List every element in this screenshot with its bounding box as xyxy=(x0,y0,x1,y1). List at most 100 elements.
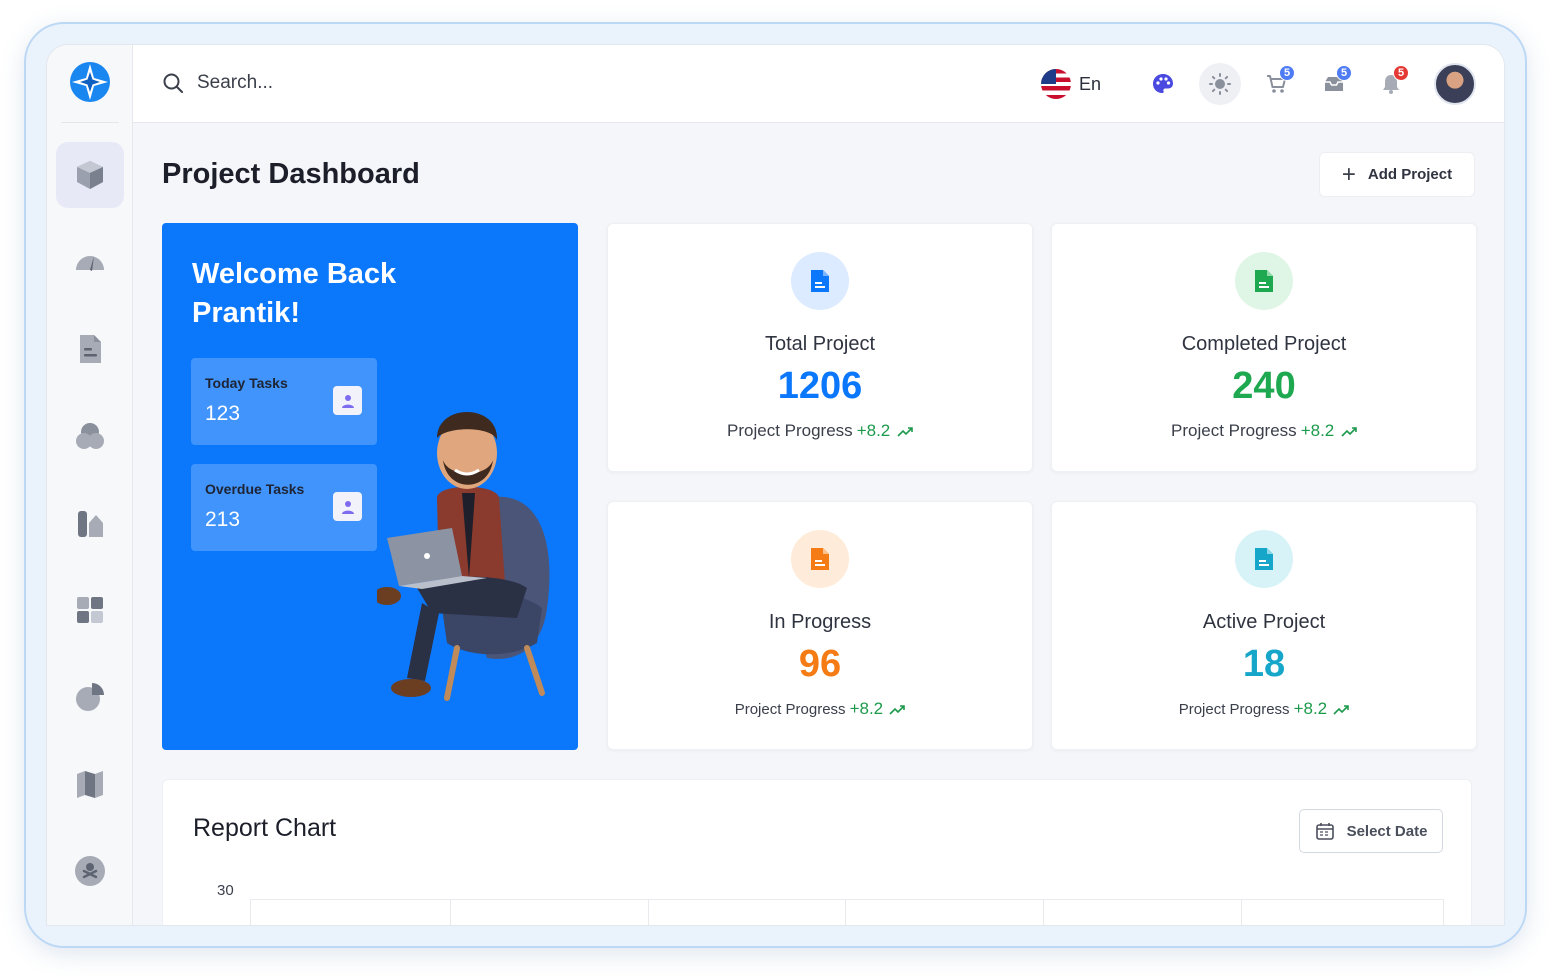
user-circle-icon xyxy=(75,856,105,886)
y-axis-tick: 30 xyxy=(217,882,234,899)
user-avatar[interactable] xyxy=(1434,63,1476,105)
stat-card-completed[interactable]: Completed Project 240 Project Progress +8… xyxy=(1051,223,1477,472)
welcome-card: Welcome Back Prantik! Today Tasks 123 Ov… xyxy=(162,223,578,750)
pie-icon xyxy=(76,683,104,711)
sidebar-item-map[interactable] xyxy=(56,751,124,817)
stat-card-total[interactable]: Total Project 1206 Project Progress +8.2 xyxy=(607,223,1033,472)
inbox-badge: 5 xyxy=(1336,65,1352,81)
progress-label: Project Progress xyxy=(1171,421,1297,440)
report-chart-card: Report Chart Select Date 30 xyxy=(162,779,1472,925)
inbox-button[interactable]: 5 xyxy=(1313,63,1355,105)
sidebar-item-reports[interactable] xyxy=(56,490,124,556)
select-date-button[interactable]: Select Date xyxy=(1299,809,1443,853)
stat-card-in-progress[interactable]: In Progress 96 Project Progress +8.2 xyxy=(607,501,1033,750)
sidebar-item-analytics[interactable] xyxy=(56,229,124,295)
file-icon xyxy=(1235,252,1293,310)
chart-gridline xyxy=(648,899,649,925)
sidebar-item-groups[interactable] xyxy=(56,403,124,469)
character-illustration xyxy=(377,411,550,701)
search-icon xyxy=(163,73,183,93)
task-label: Overdue Tasks xyxy=(205,481,305,497)
progress-label: Project Progress xyxy=(727,421,853,440)
chart-gridline xyxy=(1241,899,1242,925)
cube-icon xyxy=(77,161,103,189)
sidebar-item-documents[interactable] xyxy=(56,316,124,382)
file-icon xyxy=(791,252,849,310)
stat-progress: Project Progress +8.2 xyxy=(608,421,1032,441)
select-date-label: Select Date xyxy=(1346,822,1428,840)
chart-bars-icon xyxy=(78,511,103,537)
map-icon xyxy=(77,771,103,798)
sidebar-item-profile[interactable] xyxy=(56,838,124,904)
progress-delta: +8.2 xyxy=(849,699,884,718)
theme-palette-button[interactable] xyxy=(1142,63,1184,105)
today-tasks-card[interactable]: Today Tasks 123 xyxy=(191,358,377,445)
notifications-button[interactable]: 5 xyxy=(1370,63,1412,105)
sidebar-item-dashboard[interactable] xyxy=(56,142,124,208)
file-icon xyxy=(1235,530,1293,588)
trend-up-icon xyxy=(1341,426,1357,437)
sun-icon xyxy=(1209,73,1231,95)
language-selector[interactable]: En xyxy=(1040,69,1101,99)
grid-icon xyxy=(77,597,103,623)
trend-up-icon xyxy=(1333,705,1350,715)
calendar-icon xyxy=(1315,823,1334,840)
notifications-badge: 5 xyxy=(1393,65,1409,81)
top-bar: En xyxy=(133,45,1504,123)
stat-progress: Project Progress +8.2 xyxy=(1052,699,1476,719)
circles-icon xyxy=(76,423,104,449)
app-window: En xyxy=(46,44,1505,926)
progress-delta: +8.2 xyxy=(1293,699,1328,718)
chart-gridline xyxy=(1443,899,1444,925)
trend-up-icon xyxy=(889,705,906,715)
stat-value: 96 xyxy=(798,643,842,685)
sidebar xyxy=(47,45,133,925)
chart-gridline xyxy=(250,899,251,925)
overdue-tasks-card[interactable]: Overdue Tasks 213 xyxy=(191,464,377,551)
stat-value: 1206 xyxy=(777,365,863,407)
progress-delta: +8.2 xyxy=(1300,421,1335,440)
progress-label: Project Progress xyxy=(1178,701,1290,718)
user-icon xyxy=(333,386,362,415)
chart-gridline xyxy=(845,899,846,925)
progress-delta: +8.2 xyxy=(856,421,891,440)
page-title: Project Dashboard xyxy=(162,158,420,190)
task-value: 213 xyxy=(205,508,241,531)
logo-icon[interactable] xyxy=(68,60,112,104)
cart-button[interactable]: 5 xyxy=(1256,63,1298,105)
stat-card-active[interactable]: Active Project 18 Project Progress +8.2 xyxy=(1051,501,1477,750)
chart-gridline xyxy=(450,899,451,925)
search-input[interactable] xyxy=(197,72,457,94)
chart-gridline xyxy=(1043,899,1044,925)
welcome-title: Welcome Back Prantik! xyxy=(192,258,397,329)
stat-label: In Progress xyxy=(768,611,872,633)
cart-badge: 5 xyxy=(1279,65,1295,81)
stat-progress: Project Progress +8.2 xyxy=(1052,421,1476,441)
stat-value: 240 xyxy=(1232,365,1296,407)
search-box[interactable] xyxy=(161,71,457,95)
add-project-button[interactable]: + Add Project xyxy=(1319,152,1475,197)
stat-progress: Project Progress +8.2 xyxy=(608,699,1032,719)
report-title: Report Chart xyxy=(193,814,337,842)
palette-icon xyxy=(1153,74,1173,93)
stat-value: 18 xyxy=(1242,643,1286,685)
add-project-label: Add Project xyxy=(1367,166,1453,183)
user-icon xyxy=(333,492,362,521)
file-icon xyxy=(791,530,849,588)
language-label: En xyxy=(1078,73,1101,94)
toolbar-actions: En 5 5 5 xyxy=(1040,63,1476,105)
stat-label: Completed Project xyxy=(1181,333,1347,355)
us-flag-icon xyxy=(1040,69,1071,99)
task-value: 123 xyxy=(205,402,241,425)
document-icon xyxy=(80,335,101,363)
chart-gridline xyxy=(250,899,1444,900)
sidebar-item-statistics[interactable] xyxy=(56,664,124,730)
sidebar-item-widgets[interactable] xyxy=(56,577,124,643)
trend-up-icon xyxy=(897,426,913,437)
stat-label: Active Project xyxy=(1202,611,1326,633)
stat-label: Total Project xyxy=(764,333,876,355)
gauge-icon xyxy=(76,256,104,271)
sidebar-divider xyxy=(61,122,119,123)
plus-icon: + xyxy=(1341,160,1356,188)
theme-toggle-button[interactable] xyxy=(1199,63,1241,105)
